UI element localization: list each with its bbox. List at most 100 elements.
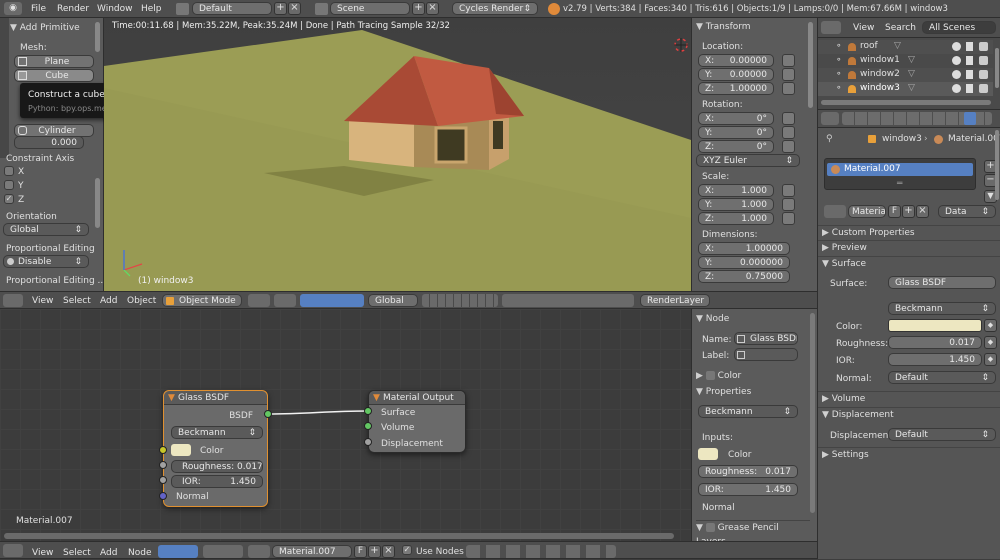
scale-y-lock-icon[interactable] — [782, 198, 795, 211]
tool-shelf-scrollbar-lower[interactable] — [95, 178, 100, 228]
render-engine-select[interactable]: Cycles Render ⇕ — [452, 2, 538, 15]
normal-input-socket[interactable] — [159, 492, 167, 500]
rotation-z-field[interactable]: Z: 0° — [698, 140, 774, 153]
scale-x-field[interactable]: X: 1.000 — [698, 184, 774, 197]
render-layer-select[interactable]: RenderLayer — [640, 294, 710, 307]
menu-render[interactable]: Render — [52, 2, 94, 16]
render-icon[interactable] — [979, 42, 988, 51]
render-icon[interactable] — [979, 84, 988, 93]
surface-panel-header[interactable]: ▼ Surface — [818, 256, 1000, 270]
scale-y-field[interactable]: Y: 1.000 — [698, 198, 774, 211]
sidebar-roughness-field[interactable]: Roughness: 0.017 — [698, 465, 798, 478]
rotation-y-field[interactable]: Y: 0° — [698, 126, 774, 139]
select-icon[interactable] — [966, 56, 973, 65]
layer-buttons[interactable] — [422, 294, 498, 307]
list-resize-handle[interactable]: ═ — [897, 179, 902, 189]
color-input-socket[interactable] — [159, 446, 167, 454]
screen-layout-select[interactable]: Default — [192, 2, 272, 15]
partial-value-field[interactable]: 0.000 — [14, 136, 84, 149]
render-icon[interactable] — [979, 56, 988, 65]
scene-icon[interactable] — [315, 3, 328, 15]
pivot-icon[interactable] — [274, 294, 296, 307]
preview-panel[interactable]: ▶ Preview — [818, 240, 1000, 254]
ior-input-socket[interactable] — [159, 476, 167, 484]
visibility-icon[interactable] — [952, 42, 961, 51]
dimension-y-field[interactable]: Y: 0.000000 — [698, 256, 790, 269]
scale-z-lock-icon[interactable] — [782, 212, 795, 225]
menu-help[interactable]: Help — [136, 2, 167, 16]
displacement-select[interactable]: Default ⇕ — [888, 428, 996, 441]
surface-shader-select[interactable]: Glass BSDF — [888, 276, 996, 289]
screen-layout-icon[interactable] — [176, 3, 189, 15]
sidebar-distribution-select[interactable]: Beckmann ⇕ — [698, 405, 798, 418]
remove-screen-button[interactable]: × — [288, 2, 301, 15]
axis-x-checkbox[interactable] — [4, 166, 14, 176]
outliner-row-window3[interactable]: ∘ window3 ▽ — [818, 82, 993, 96]
node-collapse-icon[interactable]: ▼ — [168, 393, 175, 403]
misc-toolbar-icons[interactable] — [502, 294, 634, 307]
outliner-row-window2[interactable]: ∘ window2 ▽ — [818, 68, 993, 82]
add-primitive-header[interactable]: ▼ Add Primitive — [10, 20, 96, 36]
shading-icon[interactable] — [248, 294, 270, 307]
material-slot-row[interactable]: Material.007 — [827, 163, 973, 176]
shader-type-icons[interactable] — [203, 545, 243, 558]
sidebar-ior-field[interactable]: IOR: 1.450 — [698, 483, 798, 496]
node-color-panel[interactable]: ▶ Color — [696, 369, 806, 383]
bsdf-output-socket[interactable] — [264, 410, 272, 418]
visibility-icon[interactable] — [952, 84, 961, 93]
node-editor[interactable]: Glass BSDF ▼ BSDF Beckmann ⇕ Color Roughn… — [0, 309, 691, 541]
roughness-slider[interactable]: 0.017 — [888, 336, 982, 349]
menu-file[interactable]: File — [26, 2, 51, 16]
color-swatch[interactable] — [888, 319, 982, 332]
node-menu-add[interactable]: Add — [95, 546, 122, 560]
node-editor-type-icon[interactable] — [3, 544, 23, 557]
ior-slider[interactable]: 1.450 — [888, 353, 982, 366]
location-y-lock-icon[interactable] — [782, 68, 795, 81]
glass-ior-field[interactable]: IOR: 1.450 — [171, 475, 263, 488]
node-panel-header[interactable]: ▼ Node — [696, 312, 806, 326]
visibility-icon[interactable] — [952, 70, 961, 79]
manipulator-icons[interactable] — [300, 294, 364, 307]
orientation-select[interactable]: Global ⇕ — [3, 223, 89, 236]
outliner-editor-icon[interactable] — [821, 21, 841, 34]
scale-z-field[interactable]: Z: 1.000 — [698, 212, 774, 225]
scene-select[interactable]: Scene — [330, 2, 410, 15]
dimension-z-field[interactable]: Z: 0.75000 — [698, 270, 790, 283]
mode-select[interactable]: Object Mode⇕ — [162, 294, 242, 307]
tool-shelf-scrollbar[interactable] — [95, 22, 100, 52]
unlink-material-button[interactable]: × — [916, 205, 929, 218]
select-icon[interactable] — [966, 42, 973, 51]
color-link-button[interactable]: ◆ — [984, 319, 997, 332]
pin-icon[interactable]: ⚲ — [826, 134, 836, 144]
node-new-material-button[interactable]: + — [368, 545, 381, 558]
view3d-menu-object[interactable]: Object — [122, 294, 161, 308]
node-fake-user-button[interactable]: F — [354, 545, 367, 558]
axis-y-checkbox[interactable] — [4, 180, 14, 190]
distribution-select[interactable]: Beckmann ⇕ — [888, 302, 996, 315]
normal-select[interactable]: Default ⇕ — [888, 371, 996, 384]
add-scene-button[interactable]: + — [412, 2, 425, 15]
location-x-lock-icon[interactable] — [782, 54, 795, 67]
node-tree-type-icons[interactable] — [158, 545, 198, 558]
location-z-field[interactable]: Z: 1.00000 — [698, 82, 774, 95]
settings-panel[interactable]: ▶ Settings — [818, 447, 1000, 461]
roughness-input-socket[interactable] — [159, 461, 167, 469]
outliner-view-menu[interactable]: View — [848, 21, 879, 35]
material-output-node[interactable]: Material Output ▼ Surface Volume Displac… — [368, 390, 466, 453]
rotation-x-field[interactable]: X: 0° — [698, 112, 774, 125]
add-screen-button[interactable]: + — [274, 2, 287, 15]
location-x-field[interactable]: X: 0.00000 — [698, 54, 774, 67]
node-material-field[interactable]: Material.007 — [272, 545, 352, 558]
axis-z-checkbox[interactable]: ✓ — [4, 194, 14, 204]
material-name-field[interactable]: Material. — [848, 205, 886, 218]
node-editor-hscrollbar[interactable] — [4, 533, 674, 539]
glass-distribution-select[interactable]: Beckmann ⇕ — [171, 426, 263, 439]
glass-bsdf-node[interactable]: Glass BSDF ▼ BSDF Beckmann ⇕ Color Roughn… — [163, 390, 268, 507]
node-unlink-material-button[interactable]: × — [382, 545, 395, 558]
grease-pencil-panel[interactable]: ▼ Grease Pencil Layers — [696, 520, 810, 547]
rotation-z-lock-icon[interactable] — [782, 140, 795, 153]
color-checkbox[interactable] — [705, 371, 715, 380]
node-material-browse-icon[interactable] — [248, 545, 270, 558]
custom-properties-panel[interactable]: ▶ Custom Properties — [818, 225, 1000, 239]
volume-panel[interactable]: ▶ Volume — [818, 391, 1000, 405]
